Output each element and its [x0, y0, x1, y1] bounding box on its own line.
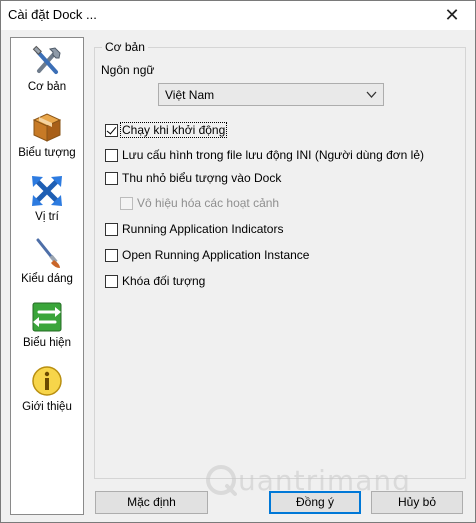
sidebar-item-label: Kiểu dáng: [21, 273, 73, 285]
tools-icon: [32, 45, 61, 74]
ok-button[interactable]: Đồng ý: [269, 491, 361, 514]
watermark-logo-icon: [206, 465, 237, 496]
sidebar-item-label: Biểu hiện: [23, 337, 71, 349]
close-button[interactable]: ✕: [429, 1, 475, 30]
checkbox: [120, 196, 133, 210]
sidebar-item-about[interactable]: Giới thiệu: [11, 364, 83, 426]
brush-icon: [36, 238, 60, 268]
exchange-icon: [32, 302, 62, 332]
option-minimize-to-dock[interactable]: Thu nhỏ biểu tượng vào Dock: [105, 169, 282, 187]
checkbox[interactable]: [105, 222, 118, 236]
checkbox[interactable]: [105, 148, 118, 162]
sidebar-item-label: Giới thiệu: [22, 401, 72, 413]
option-label: Vô hiệu hóa các hoạt cảnh: [137, 196, 280, 210]
sidebar-item-label: Biểu tượng: [18, 147, 76, 159]
sidebar-item-position[interactable]: Vị trí: [11, 174, 83, 236]
arrows-icon: [32, 176, 62, 206]
option-label: Thu nhỏ biểu tượng vào Dock: [122, 171, 282, 185]
language-select-value: Việt Nam: [165, 88, 215, 102]
checkbox[interactable]: [105, 248, 118, 262]
option-label: Lưu cấu hình trong file lưu động INI (Ng…: [122, 148, 425, 162]
group-title: Cơ bản: [102, 40, 148, 54]
option-run-at-startup[interactable]: Chạy khi khởi động: [105, 121, 228, 139]
checkbox[interactable]: [105, 171, 118, 185]
option-running-indicators[interactable]: Running Application Indicators: [105, 220, 284, 238]
chevron-down-icon: [366, 91, 377, 98]
language-select[interactable]: Việt Nam: [158, 83, 384, 106]
cancel-button[interactable]: Hủy bỏ: [371, 491, 463, 514]
option-label: Khóa đối tượng: [122, 274, 206, 288]
option-disable-animations: Vô hiệu hóa các hoạt cảnh: [120, 194, 280, 212]
default-button[interactable]: Mặc định: [95, 491, 208, 514]
title-bar: Cài đặt Dock ... ✕: [1, 1, 475, 30]
language-label: Ngôn ngữ: [101, 63, 155, 77]
info-icon: [32, 366, 62, 396]
sidebar-item-basic[interactable]: Cơ bản: [11, 44, 83, 106]
option-label: Chạy khi khởi động: [119, 122, 228, 138]
option-lock-items[interactable]: Khóa đối tượng: [105, 272, 206, 290]
option-label: Running Application Indicators: [122, 222, 284, 236]
sidebar-item-style[interactable]: Kiểu dáng: [11, 236, 83, 298]
category-sidebar: Cơ bản Biểu tượng Vị trí Kiểu dáng Biểu …: [10, 37, 84, 515]
option-open-running-instance[interactable]: Open Running Application Instance: [105, 246, 310, 264]
checkbox[interactable]: [105, 274, 118, 288]
option-portable-ini[interactable]: Lưu cấu hình trong file lưu động INI (Ng…: [105, 146, 425, 164]
checkbox[interactable]: [105, 123, 118, 137]
window-title: Cài đặt Dock ...: [8, 7, 97, 22]
sidebar-item-behavior[interactable]: Biểu hiện: [11, 300, 83, 362]
sidebar-item-label: Cơ bản: [27, 81, 67, 93]
box-icon: [32, 113, 62, 142]
settings-dialog: Cài đặt Dock ... ✕ Cơ bản Biểu tượng Vị …: [0, 0, 476, 523]
sidebar-item-label: Vị trí: [35, 211, 59, 223]
sidebar-item-icons[interactable]: Biểu tượng: [11, 110, 83, 172]
option-label: Open Running Application Instance: [122, 248, 310, 262]
